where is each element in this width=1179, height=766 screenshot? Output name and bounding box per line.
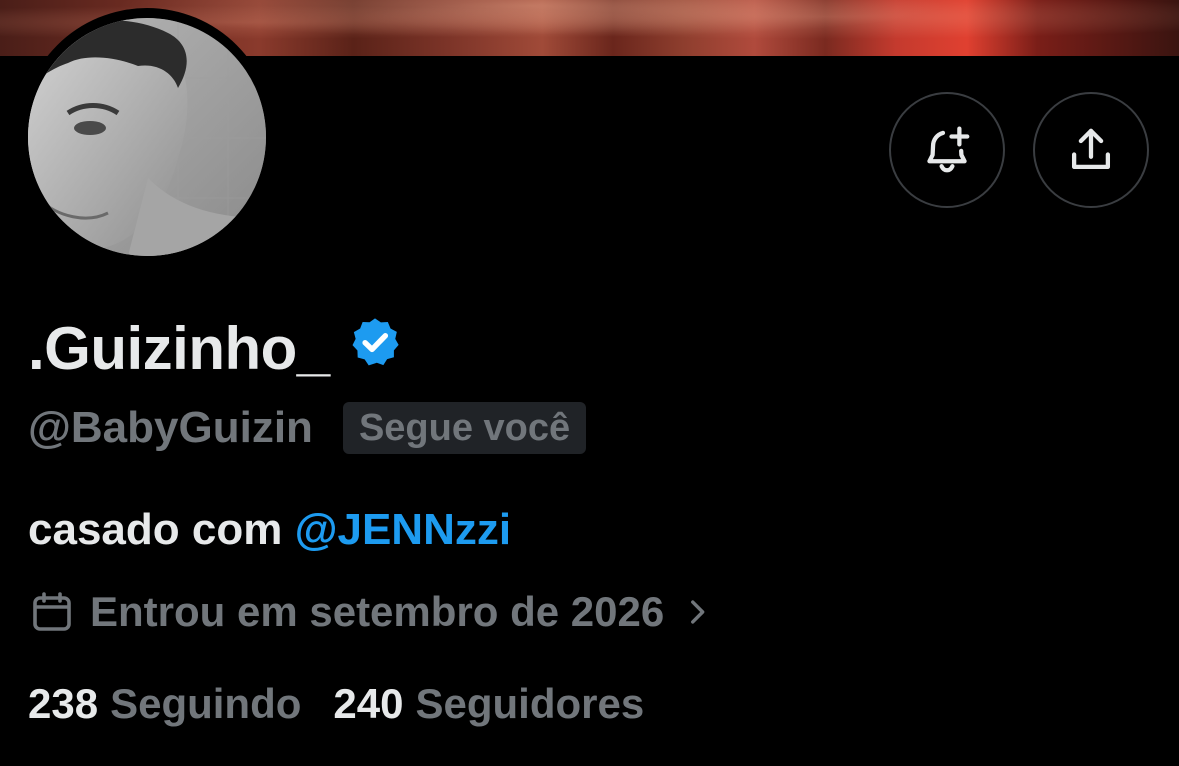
following-count: 238 — [28, 680, 99, 727]
notify-button[interactable] — [889, 92, 1005, 208]
followers-link[interactable]: 240 Seguidores — [333, 680, 644, 728]
following-link[interactable]: 238 Seguindo — [28, 680, 301, 728]
chevron-right-icon — [691, 600, 705, 624]
follows-you-badge: Segue você — [342, 402, 587, 454]
followers-count: 240 — [333, 680, 404, 727]
joined-date-row[interactable]: Entrou em setembro de 2026 — [28, 582, 714, 642]
followers-label: Seguidores — [415, 680, 645, 727]
calendar-icon — [33, 592, 71, 631]
follow-stats: 238 Seguindo 240 Seguidores — [28, 674, 644, 734]
name-row: .Guizinho_ — [28, 312, 402, 384]
bio: casado com @JENNzzi — [28, 500, 511, 560]
verified-badge-icon[interactable] — [348, 315, 402, 369]
display-name: .Guizinho_ — [28, 314, 330, 382]
bio-mention-link[interactable]: @JENNzzi — [295, 505, 512, 554]
avatar[interactable] — [28, 18, 266, 256]
following-label: Seguindo — [110, 680, 302, 727]
share-icon — [1071, 128, 1111, 170]
bell-plus-icon — [927, 126, 970, 173]
bio-text: casado com — [28, 505, 283, 554]
avatar-photo — [28, 18, 266, 256]
handle-row: @BabyGuizin Segue você — [28, 398, 587, 458]
username-handle: @BabyGuizin — [28, 403, 313, 452]
joined-date: Entrou em setembro de 2026 — [90, 588, 665, 635]
share-button[interactable] — [1033, 92, 1149, 208]
